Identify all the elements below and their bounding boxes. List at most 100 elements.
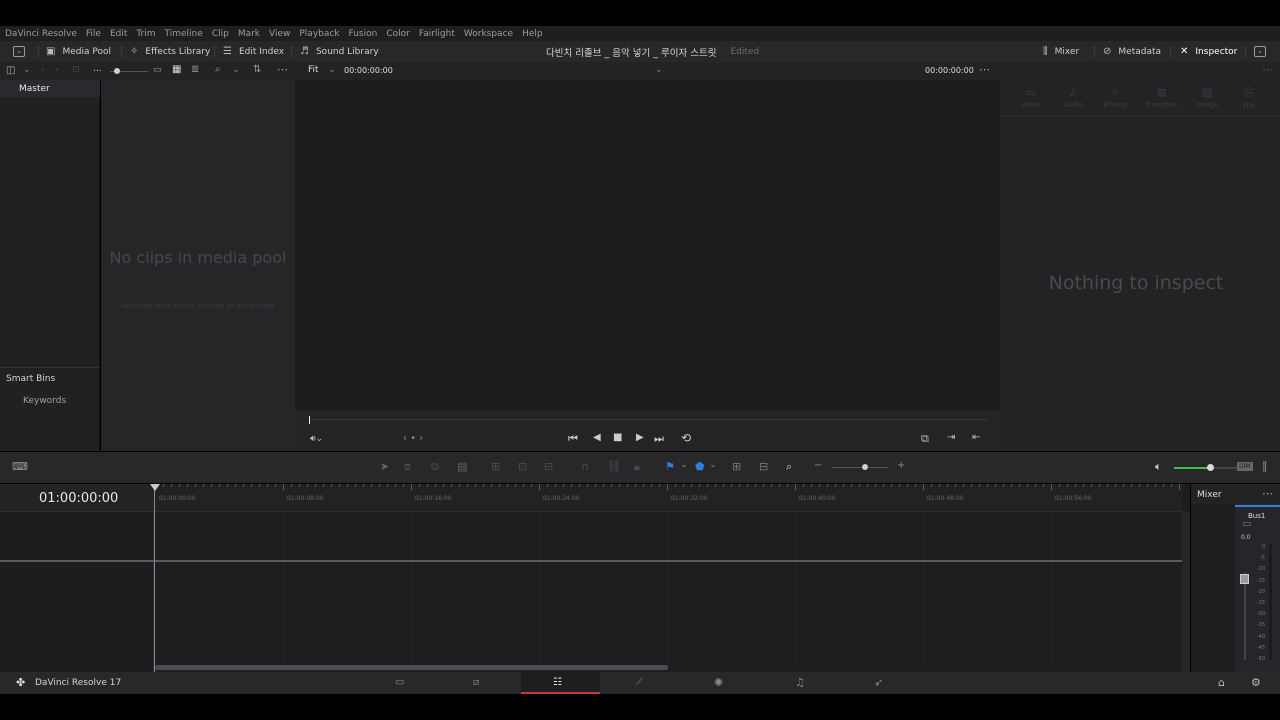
dynamic-trim-icon[interactable]: ⧉	[431, 460, 439, 474]
menu-workspace[interactable]: Workspace	[464, 29, 513, 39]
panel-options-button[interactable]: ⌄	[1254, 41, 1266, 62]
menu-fusion[interactable]: Fusion	[349, 29, 378, 39]
blade-tool-icon[interactable]: ▤	[457, 460, 467, 473]
audio-scrub-icon[interactable]: 🔊︎⌄	[310, 434, 323, 444]
volume-slider-handle[interactable]	[1207, 464, 1214, 471]
timeline-scrollbar[interactable]	[155, 665, 668, 670]
timeline-playhead-handle[interactable]	[150, 484, 160, 491]
sort-icon[interactable]: ⇅	[253, 64, 261, 75]
chevron-down-icon[interactable]: ⌄	[23, 65, 31, 75]
page-deliver[interactable]: ➶	[840, 672, 920, 694]
home-icon[interactable]: ⌂	[1218, 676, 1225, 689]
page-edit[interactable]: ☷	[521, 672, 600, 694]
zoom-custom-icon[interactable]: ⌕	[786, 460, 792, 474]
forward-arrow-icon[interactable]: ›	[55, 65, 59, 75]
menu-edit[interactable]: Edit	[110, 29, 127, 39]
chevron-down-icon[interactable]: ⌄	[709, 460, 717, 470]
menu-file[interactable]: File	[86, 29, 101, 39]
page-fairlight[interactable]: ♫	[760, 672, 840, 694]
zoom-in-icon[interactable]: +	[897, 460, 905, 471]
slider-handle[interactable]	[114, 68, 120, 74]
chevron-down-icon[interactable]: ⌄	[232, 65, 240, 75]
menu-help[interactable]: Help	[522, 29, 543, 39]
sidebar-toggle-icon[interactable]: ◫	[6, 65, 15, 76]
menu-view[interactable]: View	[269, 29, 290, 39]
toolbar-options-button[interactable]: ⌄	[13, 41, 25, 62]
list-view-icon[interactable]: ≣	[191, 64, 199, 75]
speaker-icon[interactable]: 🔈︎	[1155, 460, 1162, 474]
page-media[interactable]: ▭	[361, 672, 441, 694]
smart-bin-keywords[interactable]: Keywords	[23, 396, 66, 406]
meter-toggle-icon[interactable]: ‖	[1262, 459, 1268, 472]
inspector-button[interactable]: ✕ Inspector	[1180, 41, 1237, 62]
chevron-down-icon[interactable]: ⌄	[680, 460, 688, 470]
more-options-icon[interactable]: ⋯	[277, 63, 288, 76]
more-options-icon[interactable]: ⋯	[979, 63, 990, 76]
stop-icon[interactable]: ■	[613, 432, 622, 443]
viewer-screen[interactable]	[295, 80, 1000, 410]
play-icon[interactable]: ▶	[636, 432, 644, 443]
main-volume-fill[interactable]	[1174, 467, 1210, 469]
linked-selection-icon[interactable]: ⛓	[607, 460, 621, 473]
bus-fader-track[interactable]	[1244, 572, 1246, 660]
play-reverse-icon[interactable]: ◀	[593, 432, 601, 443]
timeline-zoom-slider[interactable]	[832, 467, 888, 468]
insert-clip-icon[interactable]: ⊞	[491, 460, 500, 473]
menu-trim[interactable]: Trim	[136, 29, 155, 39]
gear-icon[interactable]: ⚙	[1251, 676, 1261, 689]
zoom-detail-icon[interactable]: ⊟	[759, 460, 768, 473]
position-lock-icon[interactable]: 🔒︎	[634, 460, 640, 474]
zoom-full-icon[interactable]: ⊞	[732, 460, 741, 473]
overwrite-clip-icon[interactable]: ⊡	[518, 460, 527, 473]
loop-icon[interactable]: ⟲	[681, 431, 691, 445]
snapping-icon[interactable]: ∩	[581, 460, 589, 473]
media-pool-button[interactable]: ▣ Media Pool	[46, 41, 111, 62]
zoom-out-icon[interactable]: −	[814, 460, 822, 471]
mixer-button[interactable]: ⫼ Mixer	[1043, 41, 1079, 62]
trim-tool-icon[interactable]: ⧈	[404, 460, 411, 474]
bin-icon[interactable]: ⊡	[72, 65, 80, 75]
edit-index-button[interactable]: ☰ Edit Index	[223, 41, 284, 62]
inspector-tab-file[interactable]: ⎘ File	[1232, 86, 1266, 110]
menu-fairlight[interactable]: Fairlight	[419, 29, 455, 39]
zoom-slider-handle[interactable]	[862, 464, 868, 470]
menu-playback[interactable]: Playback	[299, 29, 339, 39]
flag-icon[interactable]: ⚑	[665, 460, 675, 473]
more-options-icon[interactable]: ⋯	[1262, 63, 1273, 76]
timeline-view-options-icon[interactable]: ⌨	[12, 460, 28, 473]
inspector-tab-image[interactable]: ▨ Image	[1190, 86, 1224, 109]
page-fusion[interactable]: ⟋	[600, 672, 680, 694]
search-icon[interactable]: ⌕	[215, 64, 221, 75]
go-to-end-icon[interactable]: ⏭	[654, 432, 664, 446]
page-color[interactable]: ✺	[680, 672, 760, 694]
inspector-tab-video[interactable]: ▭ Video	[1014, 86, 1048, 109]
video-audio-divider[interactable]	[0, 560, 1190, 562]
menu-mark[interactable]: Mark	[238, 29, 260, 39]
zoom-select[interactable]: Fit	[308, 65, 319, 75]
go-to-start-icon[interactable]: ⏮	[568, 432, 578, 446]
scrubber-bar[interactable]	[309, 419, 987, 420]
timeline-ruler[interactable]: 01:00:00:00 01:00:08:00 01:00:16:00 01:0…	[155, 484, 1182, 512]
selection-tool-icon[interactable]: ➤	[380, 460, 389, 473]
more-options-icon[interactable]: ⋯	[1262, 487, 1273, 500]
media-pool-clips-area[interactable]: No clips in media pool Add clips from Me…	[101, 80, 295, 451]
timeline-playhead-line[interactable]	[154, 484, 155, 672]
previous-edit-icon[interactable]: ⇤	[972, 432, 980, 443]
inspector-tab-transition[interactable]: ⊠ Transition	[1140, 86, 1184, 109]
menu-clip[interactable]: Clip	[212, 29, 229, 39]
replace-clip-icon[interactable]: ⊟	[544, 460, 553, 473]
menu-timeline[interactable]: Timeline	[165, 29, 203, 39]
chevron-down-icon[interactable]: ⌄	[328, 65, 336, 75]
thumbnail-view-icon[interactable]: ▦	[172, 64, 181, 75]
timeline-tracks[interactable]	[155, 512, 1182, 672]
metadata-button[interactable]: ⊘ Metadata	[1103, 41, 1161, 62]
dim-button[interactable]: DIM	[1237, 462, 1253, 471]
chevron-down-icon[interactable]: ⌄	[655, 65, 663, 75]
back-arrow-icon[interactable]: ‹	[41, 65, 45, 75]
marker-icon[interactable]: ⬟	[695, 460, 705, 473]
effects-library-button[interactable]: ✧ Effects Library	[130, 41, 210, 62]
sound-library-button[interactable]: ♬ Sound Library	[300, 41, 379, 62]
jog-control-icon[interactable]: ‹ • ›	[403, 433, 423, 444]
main-volume-track[interactable]	[1210, 467, 1240, 469]
next-edit-icon[interactable]: ⇥	[947, 432, 955, 443]
